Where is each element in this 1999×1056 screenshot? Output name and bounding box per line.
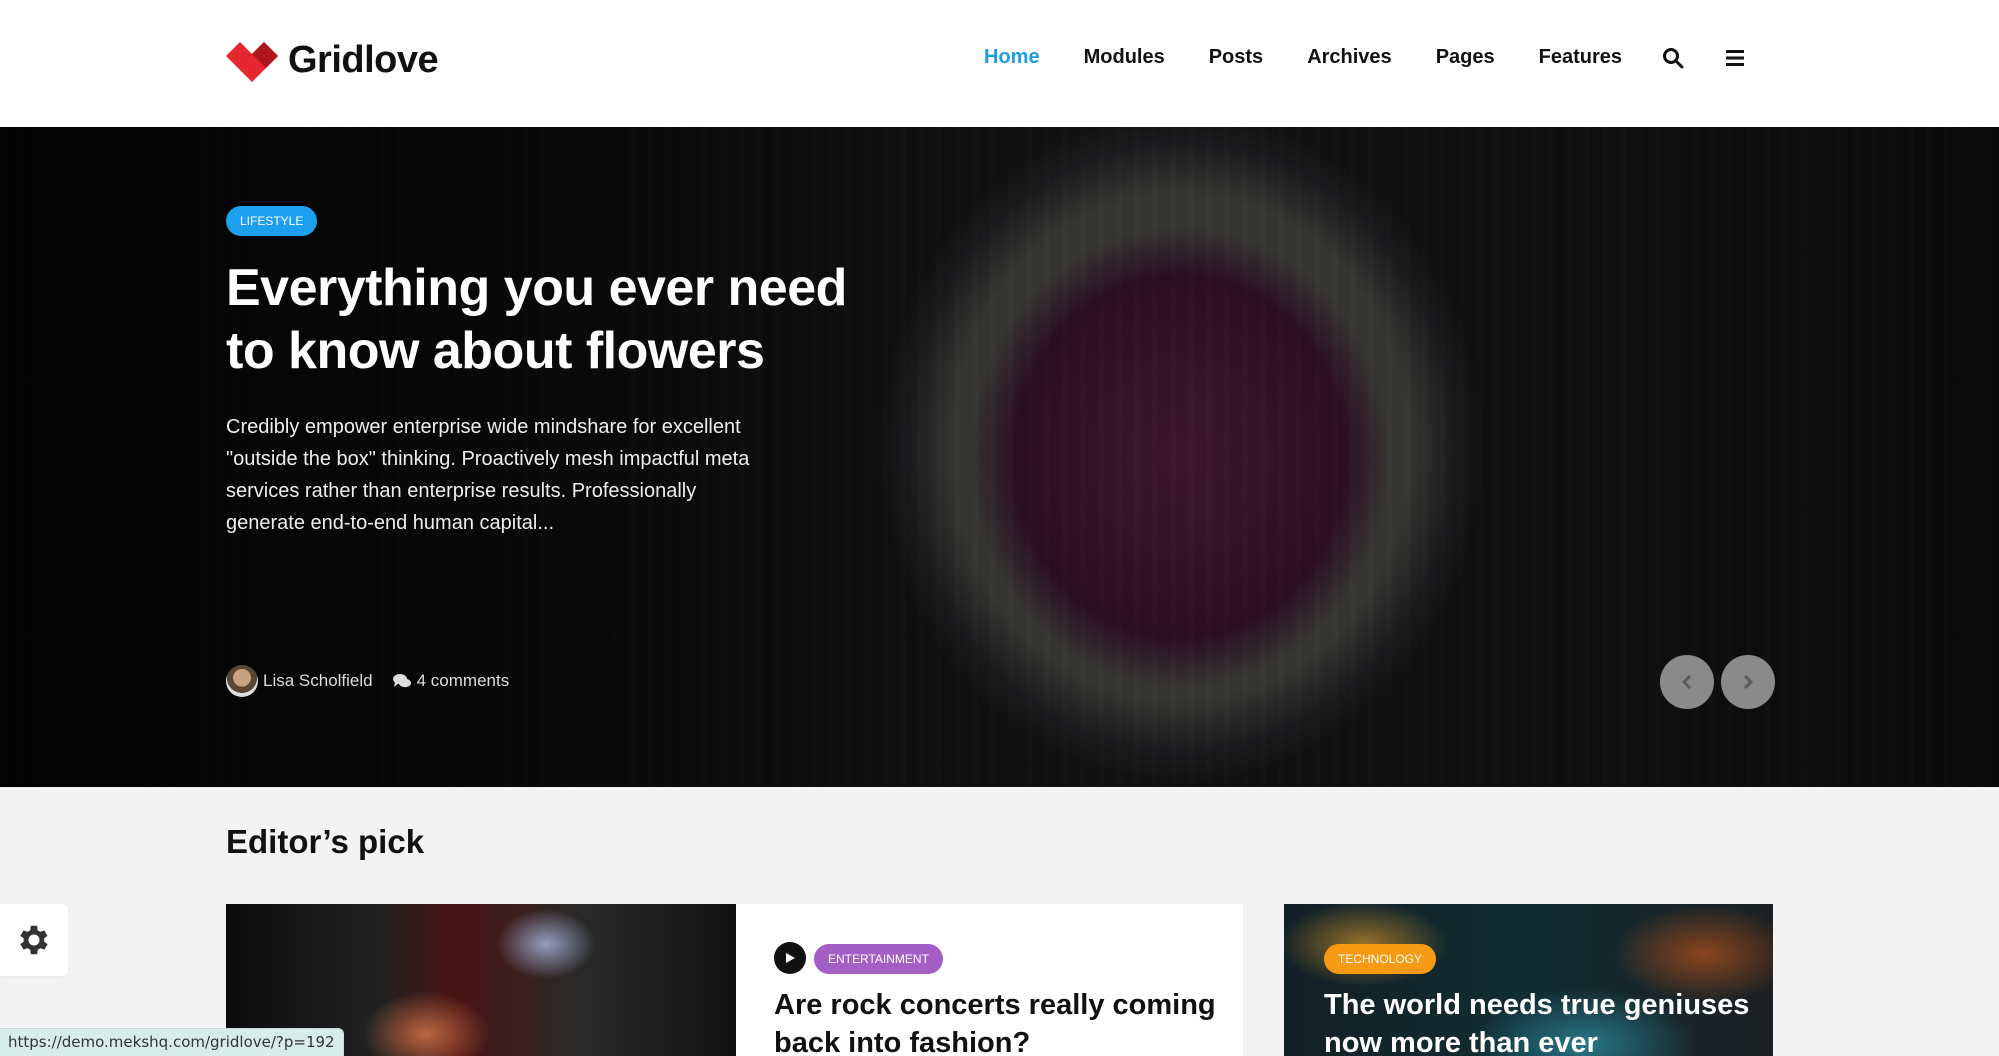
main-nav: Home Modules Posts Archives Pages Featur… xyxy=(940,46,1746,69)
hero-excerpt: Credibly empower enterprise wide mindsha… xyxy=(226,416,750,534)
section-title-editors-pick: Editor’s pick xyxy=(226,823,425,860)
chevron-left-icon xyxy=(1681,674,1692,690)
site-header: Gridlove Home Modules Posts Archives Pag… xyxy=(0,0,1999,127)
nav-modules[interactable]: Modules xyxy=(1084,46,1165,69)
nav-archives[interactable]: Archives xyxy=(1307,46,1392,69)
menu-icon[interactable] xyxy=(1724,47,1746,69)
nav-features[interactable]: Features xyxy=(1539,46,1622,69)
nav-home[interactable]: Home xyxy=(984,46,1040,69)
category-badge-entertainment[interactable]: ENTERTAINMENT xyxy=(814,944,943,974)
author-name[interactable]: Lisa Scholfield xyxy=(263,671,373,691)
nav-posts[interactable]: Posts xyxy=(1209,46,1263,69)
author-avatar[interactable] xyxy=(226,665,258,697)
post-card-technology[interactable]: TECHNOLOGY The world needs true geniuses… xyxy=(1284,904,1773,1056)
slider-prev-button[interactable] xyxy=(1660,655,1714,709)
logo-text: Gridlove xyxy=(288,38,439,81)
settings-button[interactable] xyxy=(0,904,68,976)
search-icon[interactable] xyxy=(1662,47,1684,69)
chevron-right-icon xyxy=(1743,674,1754,690)
card-title[interactable]: Are rock concerts really coming back int… xyxy=(774,986,1234,1056)
hero-title[interactable]: Everything you ever need to know about f… xyxy=(226,257,866,383)
hero-meta: Lisa Scholfield 4 comments xyxy=(226,665,509,697)
gear-icon xyxy=(20,925,48,955)
category-badge-technology[interactable]: TECHNOLOGY xyxy=(1324,944,1437,974)
nav-pages[interactable]: Pages xyxy=(1436,46,1495,69)
slider-next-button[interactable] xyxy=(1721,655,1775,709)
browser-status-url: https://demo.mekshq.com/gridlove/?p=192 xyxy=(0,1028,344,1056)
post-card-entertainment: ENTERTAINMENT Are rock concerts really c… xyxy=(736,904,1243,1056)
comments-count[interactable]: 4 comments xyxy=(417,671,510,691)
play-icon[interactable] xyxy=(774,942,806,974)
heart-logo-icon xyxy=(226,42,278,82)
category-badge-lifestyle[interactable]: LIFESTYLE xyxy=(226,206,318,236)
comments-icon xyxy=(392,674,411,688)
site-logo[interactable]: Gridlove xyxy=(226,38,439,82)
hero-slider: LIFESTYLE Everything you ever need to kn… xyxy=(0,127,1999,787)
card-title[interactable]: The world needs true geniuses now more t… xyxy=(1324,986,1764,1056)
